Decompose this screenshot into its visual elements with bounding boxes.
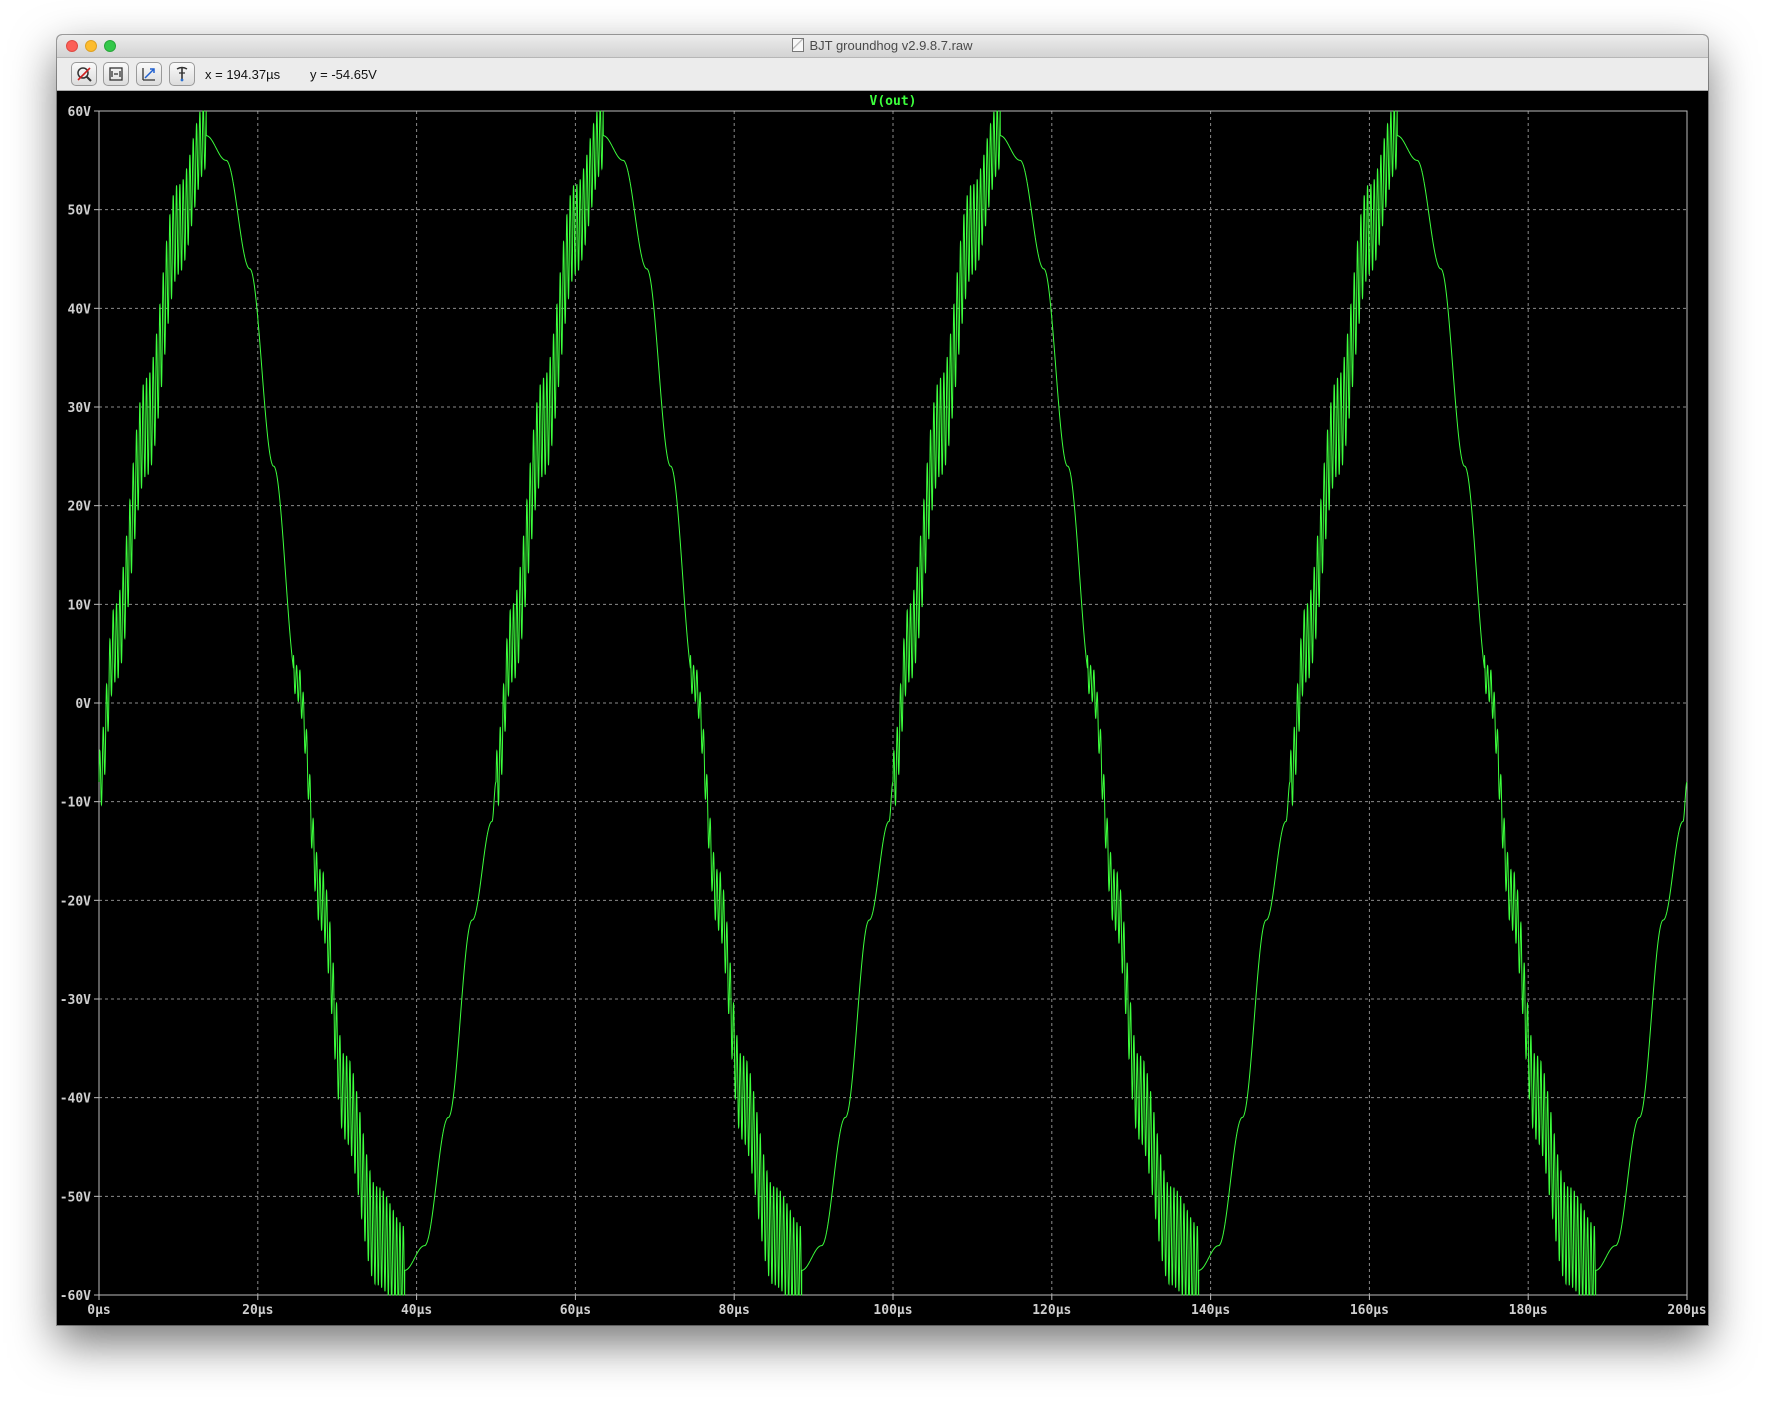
y-tick-label: -30V bbox=[60, 993, 91, 1008]
probe-button[interactable] bbox=[169, 62, 195, 86]
x-tick-label: 80µs bbox=[719, 1303, 750, 1318]
magnifier-cross-icon bbox=[77, 67, 92, 82]
app-window: BJT groundhog v2.9.8.7.raw x = 194.37µs … bbox=[57, 35, 1708, 1325]
y-tick-label: -60V bbox=[60, 1289, 91, 1304]
x-tick-label: 160µs bbox=[1350, 1303, 1389, 1318]
waveform-chart[interactable]: V(out) 0µs 20µs 40µs 60µs 80µs 100µs 120µs 140µ… bbox=[57, 91, 1708, 1325]
y-tick-label: 60V bbox=[68, 105, 92, 120]
waveform-plot-area[interactable]: V(out) 0µs 20µs 40µs 60µs 80µs 100µs 120µs 140µ… bbox=[57, 91, 1708, 1325]
autorange-button[interactable] bbox=[71, 62, 97, 86]
y-tick-label: 50V bbox=[68, 204, 92, 219]
y-tick-label: 30V bbox=[68, 401, 92, 416]
x-tick-label: 40µs bbox=[401, 1303, 432, 1318]
y-tick-label: 40V bbox=[68, 302, 92, 317]
grid-lines bbox=[99, 111, 1687, 1295]
waveform-document-icon bbox=[792, 38, 805, 52]
toolbar: x = 194.37µs y = -54.65V bbox=[57, 58, 1708, 91]
y-tick-label: -50V bbox=[60, 1190, 91, 1205]
zoom-area-button[interactable] bbox=[136, 62, 162, 86]
y-tick-label: 20V bbox=[68, 500, 92, 515]
x-tick-label: 120µs bbox=[1032, 1303, 1071, 1318]
x-tick-label: 0µs bbox=[87, 1303, 110, 1318]
zoom-fit-button[interactable] bbox=[103, 62, 129, 86]
window-title: BJT groundhog v2.9.8.7.raw bbox=[809, 38, 973, 53]
zoom-area-icon bbox=[142, 68, 155, 81]
x-tick-label: 20µs bbox=[242, 1303, 273, 1318]
x-tick-label: 60µs bbox=[560, 1303, 591, 1318]
x-tick-label: 100µs bbox=[873, 1303, 912, 1318]
y-tick-label: -40V bbox=[60, 1092, 91, 1107]
trace-title[interactable]: V(out) bbox=[870, 94, 917, 109]
title-bar[interactable]: BJT groundhog v2.9.8.7.raw bbox=[57, 35, 1708, 58]
probe-icon bbox=[176, 66, 188, 82]
y-tick-label: 10V bbox=[68, 598, 92, 613]
x-tick-label: 180µs bbox=[1509, 1303, 1548, 1318]
tick-labels: 0µs 20µs 40µs 60µs 80µs 100µs 120µs 140µs 160µs 1… bbox=[60, 105, 1707, 1318]
x-tick-label: 200µs bbox=[1667, 1303, 1706, 1318]
y-tick-label: -20V bbox=[60, 894, 91, 909]
x-tick-label: 140µs bbox=[1191, 1303, 1230, 1318]
zoom-extents-icon bbox=[109, 67, 123, 81]
axes bbox=[94, 110, 1688, 1300]
y-tick-label: -10V bbox=[60, 796, 91, 811]
y-tick-label: 0V bbox=[75, 697, 91, 712]
cursor-x-readout: x = 194.37µs bbox=[205, 67, 281, 82]
cursor-y-readout: y = -54.65V bbox=[310, 67, 377, 82]
window-title-area: BJT groundhog v2.9.8.7.raw bbox=[57, 38, 1708, 53]
